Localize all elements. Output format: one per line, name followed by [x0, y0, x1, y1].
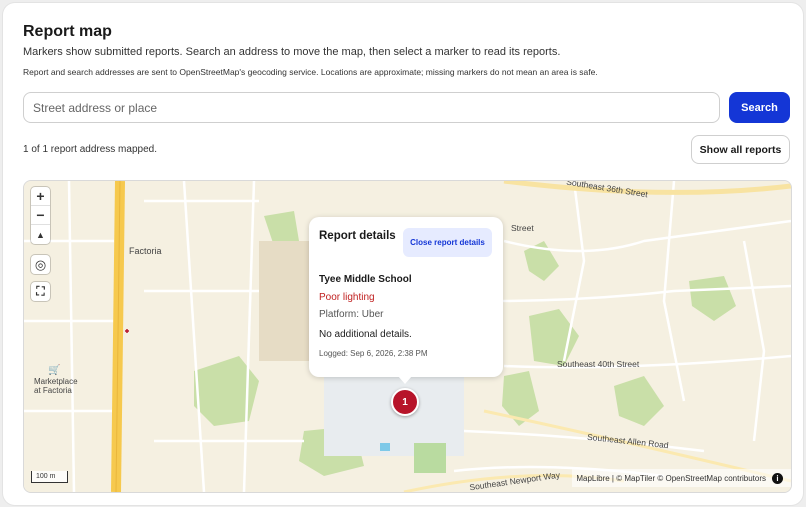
- street-label-partial: Street: [511, 223, 534, 233]
- report-map-card: Report map Markers show submitted report…: [3, 3, 803, 505]
- map-nav-controls: + − ▲: [31, 187, 50, 244]
- address-search-input[interactable]: [23, 92, 720, 123]
- close-report-details-button[interactable]: Close report details: [403, 228, 492, 257]
- report-marker[interactable]: 1: [391, 388, 419, 416]
- mapped-status-text: 1 of 1 report address mapped.: [23, 144, 157, 155]
- page-description: Markers show submitted reports. Search a…: [23, 46, 561, 58]
- privacy-note: Report and search addresses are sent to …: [23, 67, 598, 77]
- geolocate-icon[interactable]: ◎: [31, 255, 50, 274]
- report-platform: Platform: Uber: [319, 309, 384, 320]
- attribution-text[interactable]: MapLibre | © MapTiler © OpenStreetMap co…: [576, 474, 766, 483]
- info-icon[interactable]: i: [772, 472, 783, 484]
- zoom-out-button[interactable]: −: [31, 206, 50, 225]
- report-location-name: Tyee Middle School: [319, 274, 412, 285]
- report-map[interactable]: 🛒 Factoria Marketplace at Factoria South…: [23, 180, 792, 493]
- map-attribution: MapLibre | © MapTiler © OpenStreetMap co…: [572, 469, 791, 487]
- fullscreen-icon[interactable]: ⛶: [31, 282, 50, 301]
- report-logged-time: Logged: Sep 6, 2026, 2:38 PM: [319, 349, 428, 358]
- map-geolocate-control: ◎: [31, 255, 50, 274]
- street-label-se40: Southeast 40th Street: [557, 359, 640, 369]
- popup-tip: [398, 376, 412, 384]
- place-label-marketplace-2: at Factoria: [34, 386, 72, 395]
- map-fullscreen-control: ⛶: [31, 282, 50, 301]
- zoom-in-button[interactable]: +: [31, 187, 50, 206]
- show-all-reports-button[interactable]: Show all reports: [691, 135, 790, 164]
- compass-icon[interactable]: ▲: [31, 225, 50, 244]
- map-scale: 100 m: [31, 471, 68, 483]
- svg-text:🛒: 🛒: [48, 363, 60, 376]
- report-category: Poor lighting: [319, 292, 375, 303]
- popup-title: Report details: [319, 230, 396, 242]
- report-popup: Report details Close report details Tyee…: [309, 217, 503, 377]
- place-label-factoria: Factoria: [129, 246, 162, 256]
- page-title: Report map: [23, 23, 112, 40]
- report-details-text: No additional details.: [319, 329, 412, 340]
- search-button[interactable]: Search: [729, 92, 790, 123]
- place-label-marketplace-1: Marketplace: [34, 377, 78, 386]
